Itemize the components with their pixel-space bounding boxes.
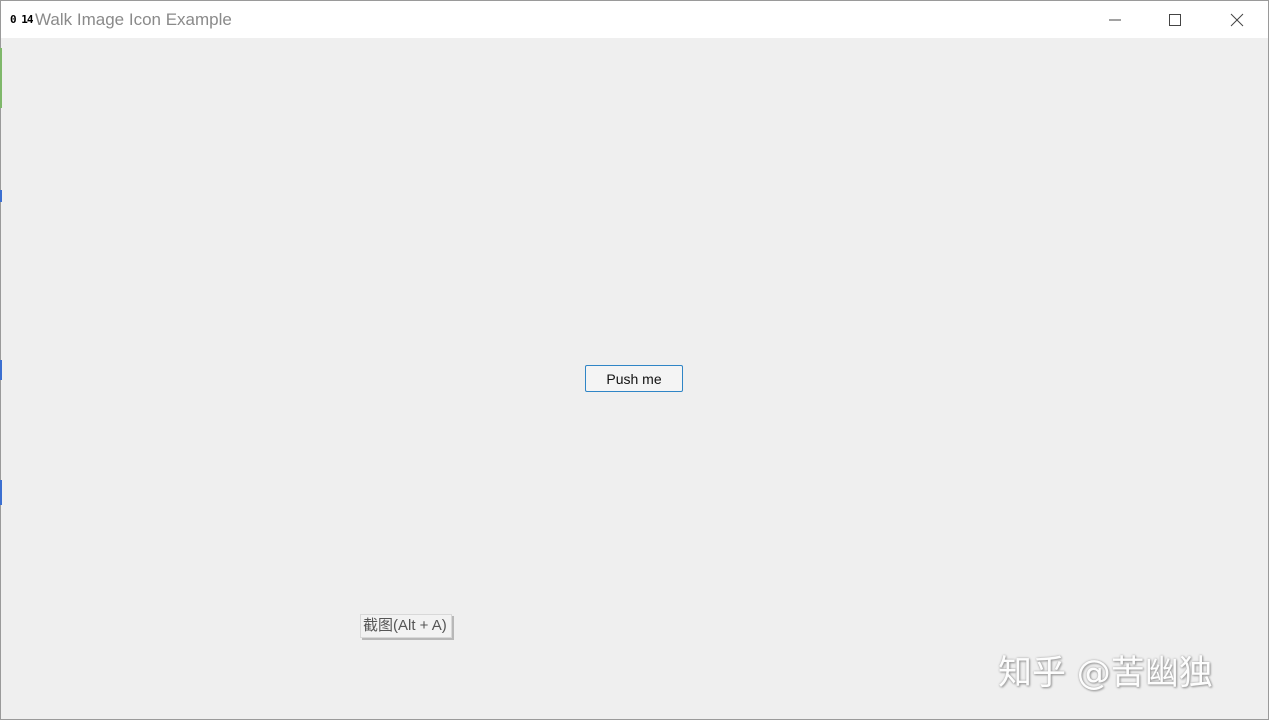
app-icon-text: 0 14 (10, 12, 33, 26)
background-edge-strip (0, 48, 2, 108)
close-button[interactable] (1207, 1, 1267, 38)
window-title: Walk Image Icon Example (35, 10, 232, 29)
screenshot-tooltip: 截图(Alt + A) (360, 614, 452, 638)
minimize-button[interactable] (1085, 1, 1145, 38)
application-window: 0 14 Walk Image Icon Example Push me (0, 0, 1269, 720)
zhihu-watermark: 知乎 @苦幽独 (998, 653, 1213, 693)
background-edge-strip (0, 480, 2, 505)
maximize-icon (1169, 13, 1181, 26)
maximize-button[interactable] (1145, 1, 1205, 38)
push-me-button[interactable]: Push me (585, 365, 683, 392)
app-icon: 0 14 (10, 12, 33, 26)
minimize-icon (1109, 19, 1121, 20)
title-bar[interactable]: 0 14 Walk Image Icon Example (1, 1, 1268, 38)
close-icon (1230, 13, 1244, 26)
background-edge-strip (0, 360, 2, 380)
background-edge-strip (0, 190, 2, 202)
